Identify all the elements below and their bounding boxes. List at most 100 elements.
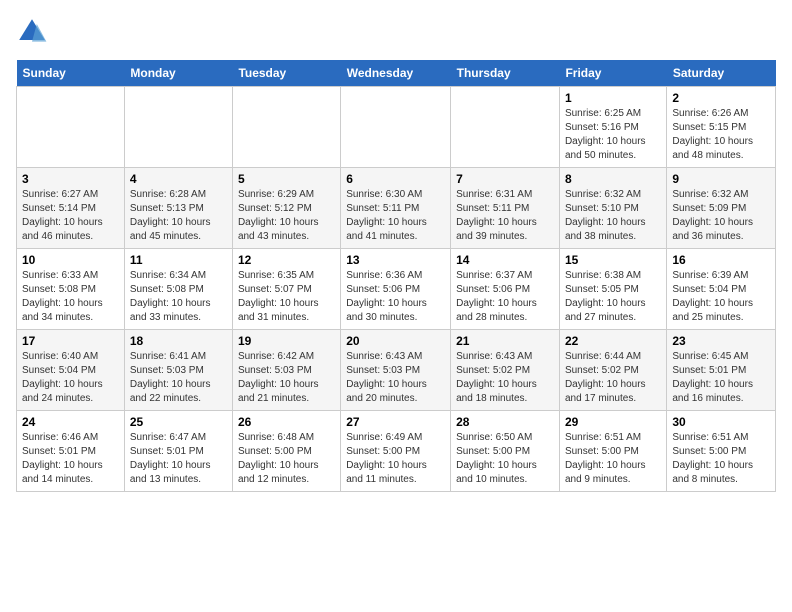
calendar-cell: 24 Sunrise: 6:46 AM Sunset: 5:01 PM Dayli… [17, 411, 125, 492]
page-header [16, 16, 776, 48]
day-info: Sunrise: 6:36 AM Sunset: 5:06 PM Dayligh… [346, 269, 445, 325]
calendar-cell [124, 87, 232, 168]
calendar-cell: 1 Sunrise: 6:25 AM Sunset: 5:16 PM Daylig… [559, 87, 666, 168]
calendar-cell: 7 Sunrise: 6:31 AM Sunset: 5:11 PM Daylig… [451, 168, 560, 249]
day-info: Sunrise: 6:38 AM Sunset: 5:05 PM Dayligh… [565, 269, 661, 325]
calendar-cell: 9 Sunrise: 6:32 AM Sunset: 5:09 PM Daylig… [667, 168, 776, 249]
day-number: 7 [456, 172, 554, 186]
calendar-cell: 27Sunrise: 6:49 AM Sunset: 5:00 PM Dayli… [341, 411, 451, 492]
day-number: 5 [238, 172, 335, 186]
calendar-cell: 10 Sunrise: 6:33 AM Sunset: 5:08 PM Dayli… [17, 249, 125, 330]
day-info: Sunrise: 6:25 AM Sunset: 5:16 PM Dayligh… [565, 107, 661, 163]
day-info: Sunrise: 6:49 AM Sunset: 5:00 PM Dayligh… [346, 431, 445, 487]
calendar-cell: 16 Sunrise: 6:39 AM Sunset: 5:04 PM Dayli… [667, 249, 776, 330]
day-info: Sunrise: 6:26 AM Sunset: 5:15 PM Dayligh… [672, 107, 770, 163]
day-info: Sunrise: 6:34 AM Sunset: 5:08 PM Dayligh… [130, 269, 227, 325]
calendar-cell: 23 Sunrise: 6:45 AM Sunset: 5:01 PM Dayli… [667, 330, 776, 411]
day-info: Sunrise: 6:31 AM Sunset: 5:11 PM Dayligh… [456, 188, 554, 244]
day-number: 17 [22, 334, 119, 348]
day-number: 24 [22, 415, 119, 429]
day-info: Sunrise: 6:45 AM Sunset: 5:01 PM Dayligh… [672, 350, 770, 406]
calendar-cell: 13 Sunrise: 6:36 AM Sunset: 5:06 PM Dayli… [341, 249, 451, 330]
day-info: Sunrise: 6:48 AM Sunset: 5:00 PM Dayligh… [238, 431, 335, 487]
day-info: Sunrise: 6:29 AM Sunset: 5:12 PM Dayligh… [238, 188, 335, 244]
calendar-cell [17, 87, 125, 168]
calendar-cell: 6 Sunrise: 6:30 AM Sunset: 5:11 PM Daylig… [341, 168, 451, 249]
day-number: 8 [565, 172, 661, 186]
day-number: 3 [22, 172, 119, 186]
column-header-thursday: Thursday [451, 60, 560, 87]
day-number: 30 [672, 415, 770, 429]
day-number: 9 [672, 172, 770, 186]
calendar-cell: 19Sunrise: 6:42 AM Sunset: 5:03 PM Dayli… [232, 330, 340, 411]
logo [16, 16, 52, 48]
calendar-cell [341, 87, 451, 168]
day-number: 14 [456, 253, 554, 267]
day-info: Sunrise: 6:43 AM Sunset: 5:02 PM Dayligh… [456, 350, 554, 406]
day-number: 2 [672, 91, 770, 105]
column-header-saturday: Saturday [667, 60, 776, 87]
column-header-friday: Friday [559, 60, 666, 87]
day-info: Sunrise: 6:44 AM Sunset: 5:02 PM Dayligh… [565, 350, 661, 406]
column-header-sunday: Sunday [17, 60, 125, 87]
day-info: Sunrise: 6:51 AM Sunset: 5:00 PM Dayligh… [672, 431, 770, 487]
calendar-cell: 14 Sunrise: 6:37 AM Sunset: 5:06 PM Dayli… [451, 249, 560, 330]
calendar-cell: 25 Sunrise: 6:47 AM Sunset: 5:01 PM Dayli… [124, 411, 232, 492]
calendar-cell: 2 Sunrise: 6:26 AM Sunset: 5:15 PM Daylig… [667, 87, 776, 168]
day-number: 25 [130, 415, 227, 429]
calendar-cell [451, 87, 560, 168]
calendar-week-row: 1 Sunrise: 6:25 AM Sunset: 5:16 PM Daylig… [17, 87, 776, 168]
calendar-cell: 26 Sunrise: 6:48 AM Sunset: 5:00 PM Dayli… [232, 411, 340, 492]
calendar-cell: 28Sunrise: 6:50 AM Sunset: 5:00 PM Dayli… [451, 411, 560, 492]
calendar-cell: 3 Sunrise: 6:27 AM Sunset: 5:14 PM Daylig… [17, 168, 125, 249]
day-number: 11 [130, 253, 227, 267]
column-header-wednesday: Wednesday [341, 60, 451, 87]
calendar-week-row: 3 Sunrise: 6:27 AM Sunset: 5:14 PM Daylig… [17, 168, 776, 249]
calendar-cell: 5 Sunrise: 6:29 AM Sunset: 5:12 PM Daylig… [232, 168, 340, 249]
day-info: Sunrise: 6:30 AM Sunset: 5:11 PM Dayligh… [346, 188, 445, 244]
day-info: Sunrise: 6:47 AM Sunset: 5:01 PM Dayligh… [130, 431, 227, 487]
day-number: 15 [565, 253, 661, 267]
calendar-cell [232, 87, 340, 168]
day-number: 6 [346, 172, 445, 186]
logo-icon [16, 16, 48, 48]
calendar-cell: 22 Sunrise: 6:44 AM Sunset: 5:02 PM Dayli… [559, 330, 666, 411]
day-info: Sunrise: 6:32 AM Sunset: 5:09 PM Dayligh… [672, 188, 770, 244]
day-number: 29 [565, 415, 661, 429]
calendar-cell: 30 Sunrise: 6:51 AM Sunset: 5:00 PM Dayli… [667, 411, 776, 492]
column-header-tuesday: Tuesday [232, 60, 340, 87]
day-info: Sunrise: 6:41 AM Sunset: 5:03 PM Dayligh… [130, 350, 227, 406]
day-number: 23 [672, 334, 770, 348]
day-number: 10 [22, 253, 119, 267]
day-number: 16 [672, 253, 770, 267]
day-info: Sunrise: 6:33 AM Sunset: 5:08 PM Dayligh… [22, 269, 119, 325]
calendar-week-row: 17 Sunrise: 6:40 AM Sunset: 5:04 PM Dayli… [17, 330, 776, 411]
column-header-monday: Monday [124, 60, 232, 87]
day-info: Sunrise: 6:40 AM Sunset: 5:04 PM Dayligh… [22, 350, 119, 406]
calendar-header-row: SundayMondayTuesdayWednesdayThursdayFrid… [17, 60, 776, 87]
calendar-cell: 17 Sunrise: 6:40 AM Sunset: 5:04 PM Dayli… [17, 330, 125, 411]
calendar-week-row: 24 Sunrise: 6:46 AM Sunset: 5:01 PM Dayli… [17, 411, 776, 492]
calendar-cell: 4Sunrise: 6:28 AM Sunset: 5:13 PM Daylig… [124, 168, 232, 249]
day-number: 12 [238, 253, 335, 267]
calendar-table: SundayMondayTuesdayWednesdayThursdayFrid… [16, 60, 776, 492]
calendar-cell: 21 Sunrise: 6:43 AM Sunset: 5:02 PM Dayli… [451, 330, 560, 411]
day-number: 1 [565, 91, 661, 105]
calendar-cell: 29 Sunrise: 6:51 AM Sunset: 5:00 PM Dayli… [559, 411, 666, 492]
day-number: 22 [565, 334, 661, 348]
day-info: Sunrise: 6:46 AM Sunset: 5:01 PM Dayligh… [22, 431, 119, 487]
day-info: Sunrise: 6:37 AM Sunset: 5:06 PM Dayligh… [456, 269, 554, 325]
calendar-cell: 11 Sunrise: 6:34 AM Sunset: 5:08 PM Dayli… [124, 249, 232, 330]
day-number: 26 [238, 415, 335, 429]
day-info: Sunrise: 6:27 AM Sunset: 5:14 PM Dayligh… [22, 188, 119, 244]
day-number: 4 [130, 172, 227, 186]
calendar-cell: 15 Sunrise: 6:38 AM Sunset: 5:05 PM Dayli… [559, 249, 666, 330]
day-info: Sunrise: 6:51 AM Sunset: 5:00 PM Dayligh… [565, 431, 661, 487]
day-info: Sunrise: 6:39 AM Sunset: 5:04 PM Dayligh… [672, 269, 770, 325]
calendar-cell: 20Sunrise: 6:43 AM Sunset: 5:03 PM Dayli… [341, 330, 451, 411]
day-info: Sunrise: 6:42 AM Sunset: 5:03 PM Dayligh… [238, 350, 335, 406]
calendar-week-row: 10 Sunrise: 6:33 AM Sunset: 5:08 PM Dayli… [17, 249, 776, 330]
day-number: 21 [456, 334, 554, 348]
day-number: 28 [456, 415, 554, 429]
day-number: 13 [346, 253, 445, 267]
